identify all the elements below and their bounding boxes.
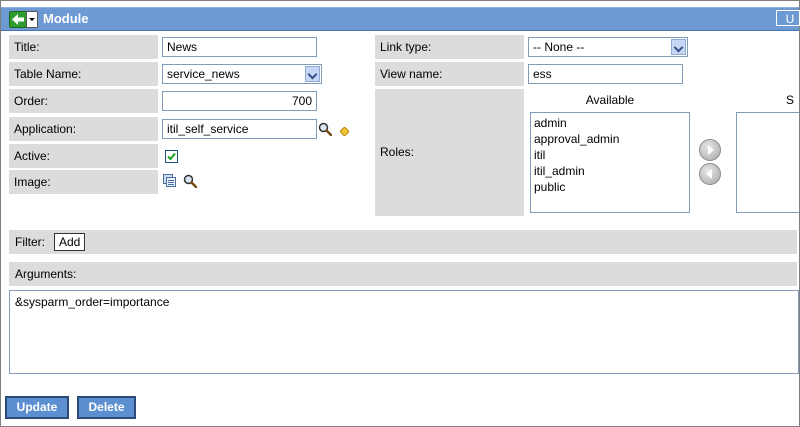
search-icon[interactable]	[318, 122, 333, 139]
form-title: Module	[43, 11, 89, 26]
view-name-input[interactable]: ess	[528, 64, 683, 84]
role-option[interactable]: admin	[534, 115, 686, 131]
back-arrow-icon[interactable]	[9, 11, 27, 28]
header-update-button[interactable]: U	[776, 10, 800, 26]
role-option[interactable]: public	[534, 179, 686, 195]
reference-info-icon[interactable]	[339, 125, 350, 139]
title-label: Title:	[9, 35, 158, 59]
module-header: Module U	[1, 7, 800, 31]
delete-button[interactable]: Delete	[77, 396, 136, 419]
table-name-value: service_news	[167, 67, 240, 81]
active-checkbox[interactable]	[165, 150, 178, 163]
active-label: Active:	[9, 144, 158, 168]
remove-role-arrow-left-icon[interactable]	[699, 163, 721, 185]
image-picker-icon[interactable]	[163, 174, 178, 192]
chevron-down-icon	[305, 66, 320, 82]
image-label: Image:	[9, 170, 158, 194]
filter-add-button[interactable]: Add	[54, 233, 86, 251]
available-roles-list[interactable]: admin approval_admin itil itil_admin pub…	[530, 112, 690, 213]
role-option[interactable]: itil	[534, 147, 686, 163]
add-role-arrow-right-icon[interactable]	[699, 139, 721, 161]
arguments-textarea[interactable]: &sysparm_order=importance	[9, 290, 799, 374]
application-input[interactable]: itil_self_service	[162, 119, 317, 139]
roles-label: Roles:	[375, 89, 524, 216]
view-name-label: View name:	[375, 62, 524, 86]
selected-roles-list[interactable]	[736, 112, 799, 213]
table-name-label: Table Name:	[9, 62, 158, 86]
link-type-select[interactable]: -- None --	[528, 37, 688, 57]
role-option[interactable]: approval_admin	[534, 131, 686, 147]
filter-label: Filter:	[15, 235, 45, 249]
application-label: Application:	[9, 117, 158, 141]
table-name-select[interactable]: service_news	[162, 64, 322, 84]
arguments-label: Arguments:	[9, 262, 797, 286]
chevron-down-icon	[671, 39, 686, 55]
order-label: Order:	[9, 89, 158, 113]
update-button[interactable]: Update	[5, 396, 69, 419]
link-type-value: -- None --	[533, 40, 585, 54]
available-roles-heading: Available	[585, 93, 635, 107]
order-input[interactable]: 700	[162, 91, 317, 111]
image-search-icon[interactable]	[183, 174, 198, 191]
role-option[interactable]: itil_admin	[534, 163, 686, 179]
context-menu-dropdown[interactable]	[26, 11, 38, 28]
selected-roles-heading: S	[786, 93, 795, 107]
title-input[interactable]: News	[162, 37, 317, 57]
link-type-label: Link type:	[375, 35, 524, 59]
filter-bar: Filter:	[9, 230, 797, 254]
